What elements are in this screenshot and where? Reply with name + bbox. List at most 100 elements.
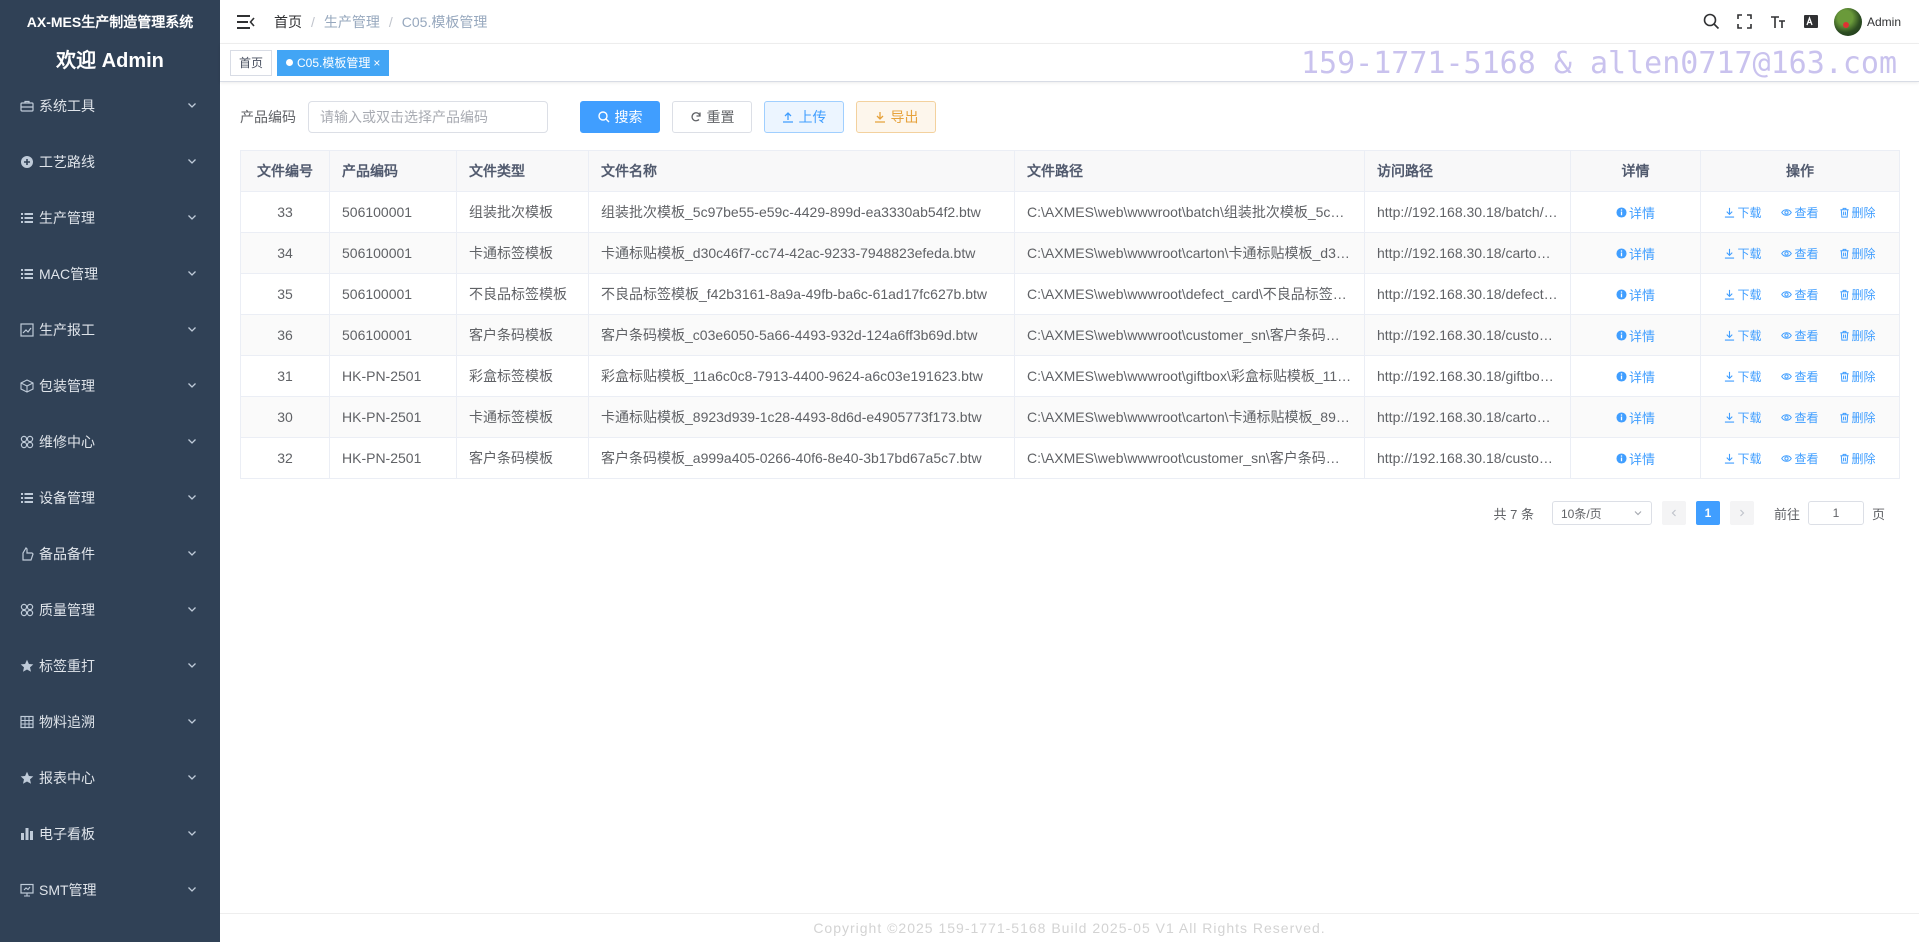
search-button[interactable]: 搜索 bbox=[580, 101, 660, 133]
page-number[interactable]: 1 bbox=[1695, 501, 1720, 525]
export-button[interactable]: 导出 bbox=[856, 101, 936, 133]
table-row[interactable]: 36 506100001 客户条码模板 客户条码模板_c03e6050-5a66-44… bbox=[240, 314, 1900, 356]
hamburger-icon[interactable] bbox=[236, 12, 256, 32]
detail-link[interactable]: 详情 bbox=[1616, 244, 1655, 263]
table-row[interactable]: 34 506100001 卡通标签模板 卡通标贴模板_d30c46f7-cc74-42… bbox=[240, 232, 1900, 274]
delete-button[interactable]: 删除 bbox=[1839, 204, 1876, 221]
search-icon bbox=[597, 111, 609, 123]
download-icon bbox=[1725, 248, 1735, 259]
search-icon[interactable] bbox=[1703, 13, 1721, 31]
upload-button[interactable]: 上传 bbox=[764, 101, 844, 133]
sidebar-item[interactable]: 工艺路线 bbox=[0, 134, 220, 190]
col-actions: 操作 bbox=[1700, 150, 1900, 192]
sidebar-item-label: SMT管理 bbox=[39, 882, 97, 898]
fullscreen-icon[interactable] bbox=[1736, 13, 1754, 31]
sidebar-item[interactable]: 系统工具 bbox=[0, 78, 220, 134]
detail-link[interactable]: 详情 bbox=[1616, 449, 1655, 468]
next-page-button[interactable] bbox=[1729, 501, 1754, 525]
sidebar-item-label: 系统工具 bbox=[39, 98, 95, 114]
reset-button[interactable]: 重置 bbox=[672, 101, 752, 133]
cell-product-code: HK-PN-2501 bbox=[329, 355, 457, 397]
view-button[interactable]: 查看 bbox=[1781, 368, 1819, 385]
page-size-select[interactable]: 10条/页 bbox=[1551, 501, 1652, 525]
view-button[interactable]: 查看 bbox=[1781, 450, 1819, 467]
tag-home[interactable]: 首页 bbox=[230, 49, 273, 76]
cell-file-name: 客户条码模板_a999a405-0266-40f6-8e40-3b17bd67a… bbox=[588, 437, 1015, 479]
download-button[interactable]: 下载 bbox=[1724, 409, 1761, 426]
table-row[interactable]: 35 506100001 不良品标签模板 不良品标签模板_f42b3161-8a9a-… bbox=[240, 273, 1900, 315]
star-icon bbox=[20, 771, 34, 785]
detail-link[interactable]: 详情 bbox=[1616, 408, 1655, 427]
download-button[interactable]: 下载 bbox=[1724, 245, 1761, 262]
chevron-down-icon bbox=[186, 602, 198, 618]
view-button[interactable]: 查看 bbox=[1781, 327, 1819, 344]
delete-button[interactable]: 删除 bbox=[1839, 327, 1876, 344]
sidebar-item[interactable]: MAC管理 bbox=[0, 246, 220, 302]
cell-actions: 下载 查看 删除 bbox=[1700, 355, 1900, 397]
sidebar-item[interactable]: 报表中心 bbox=[0, 750, 220, 806]
delete-button[interactable]: 删除 bbox=[1839, 245, 1876, 262]
font-size-icon[interactable] bbox=[1769, 13, 1787, 31]
table-header: 文件编号 产品编码 文件类型 文件名称 文件路径 访问路径 详情 操作 bbox=[240, 150, 1900, 192]
table-row[interactable]: 33 506100001 组装批次模板 组装批次模板_5c97be55-e59c-44… bbox=[240, 191, 1900, 233]
view-button[interactable]: 查看 bbox=[1781, 204, 1819, 221]
delete-button[interactable]: 删除 bbox=[1839, 409, 1876, 426]
detail-link[interactable]: 详情 bbox=[1616, 367, 1655, 386]
detail-link[interactable]: 详情 bbox=[1616, 285, 1655, 304]
component-icon bbox=[20, 435, 34, 449]
sidebar-item[interactable]: SMT管理 bbox=[0, 862, 220, 918]
sidebar-item[interactable]: 生产报工 bbox=[0, 302, 220, 358]
view-button[interactable]: 查看 bbox=[1781, 286, 1819, 303]
product-code-input[interactable] bbox=[308, 101, 548, 133]
table-row[interactable]: 32 HK-PN-2501 客户条码模板 客户条码模板_a999a405-0266-4… bbox=[240, 437, 1900, 479]
sidebar-item[interactable]: 备品备件 bbox=[0, 526, 220, 582]
sidebar-item[interactable]: 设备管理 bbox=[0, 470, 220, 526]
sidebar-item[interactable]: 物料追溯 bbox=[0, 694, 220, 750]
sidebar-item[interactable]: 质量管理 bbox=[0, 582, 220, 638]
prev-page-button[interactable] bbox=[1661, 501, 1686, 525]
sidebar-item[interactable]: 维修中心 bbox=[0, 414, 220, 470]
footer-copyright: Copyright ©2025 159-1771-5168 Build 2025… bbox=[220, 913, 1919, 942]
cell-file-name: 客户条码模板_c03e6050-5a66-4493-932d-124a6ff3b… bbox=[588, 314, 1015, 356]
goto-page-input[interactable] bbox=[1807, 501, 1864, 525]
tags-view: 首页 C05.模板管理 × 159-1771-5168 & allen0717@… bbox=[220, 44, 1919, 82]
view-button[interactable]: 查看 bbox=[1781, 409, 1819, 426]
download-button[interactable]: 下载 bbox=[1724, 368, 1761, 385]
sidebar-item[interactable]: 包装管理 bbox=[0, 358, 220, 414]
chevron-down-icon bbox=[186, 378, 198, 394]
download-button[interactable]: 下载 bbox=[1724, 450, 1761, 467]
detail-link[interactable]: 详情 bbox=[1616, 203, 1655, 222]
cell-access-url: http://192.168.30.18/batch/组装批次模板_5c97be… bbox=[1364, 191, 1571, 233]
avatar[interactable] bbox=[1833, 7, 1862, 36]
delete-button[interactable]: 删除 bbox=[1839, 286, 1876, 303]
view-button[interactable]: 查看 bbox=[1781, 245, 1819, 262]
search-form: 产品编码 搜索 重置 上传 导出 bbox=[240, 101, 936, 133]
breadcrumb-home[interactable]: 首页 bbox=[274, 12, 302, 32]
info-icon bbox=[1616, 452, 1627, 464]
download-button[interactable]: 下载 bbox=[1724, 286, 1761, 303]
translate-icon[interactable] bbox=[1802, 13, 1820, 31]
cell-access-url: http://192.168.30.18/carton/卡通标贴模板_d30c4… bbox=[1364, 232, 1571, 274]
user-name[interactable]: Admin bbox=[1867, 15, 1901, 29]
tag-active[interactable]: C05.模板管理 × bbox=[277, 49, 390, 76]
table-row[interactable]: 31 HK-PN-2501 彩盒标签模板 彩盒标贴模板_11a6c0c8-7913-4… bbox=[240, 355, 1900, 397]
cell-product-code: 506100001 bbox=[329, 314, 457, 356]
detail-link[interactable]: 详情 bbox=[1616, 326, 1655, 345]
chevron-right-icon bbox=[1740, 509, 1745, 517]
sidebar-item[interactable]: 生产管理 bbox=[0, 190, 220, 246]
sidebar-item[interactable]: 电子看板 bbox=[0, 806, 220, 862]
close-icon[interactable]: × bbox=[373, 51, 380, 75]
delete-button[interactable]: 删除 bbox=[1839, 450, 1876, 467]
total-count: 共 7 条 bbox=[1493, 506, 1534, 522]
table-row[interactable]: 30 HK-PN-2501 卡通标签模板 卡通标贴模板_8923d939-1c28-4… bbox=[240, 396, 1900, 438]
download-button[interactable]: 下载 bbox=[1724, 204, 1761, 221]
cell-file-id: 33 bbox=[240, 191, 330, 233]
col-file-name: 文件名称 bbox=[588, 150, 1015, 192]
sidebar-item[interactable]: 标签重打 bbox=[0, 638, 220, 694]
sidebar-item-label: 备品备件 bbox=[39, 546, 95, 562]
download-button[interactable]: 下载 bbox=[1724, 327, 1761, 344]
chevron-down-icon bbox=[186, 322, 198, 338]
delete-button[interactable]: 删除 bbox=[1839, 368, 1876, 385]
breadcrumb-production[interactable]: 生产管理 bbox=[324, 12, 380, 32]
chevron-left-icon bbox=[1671, 509, 1676, 517]
